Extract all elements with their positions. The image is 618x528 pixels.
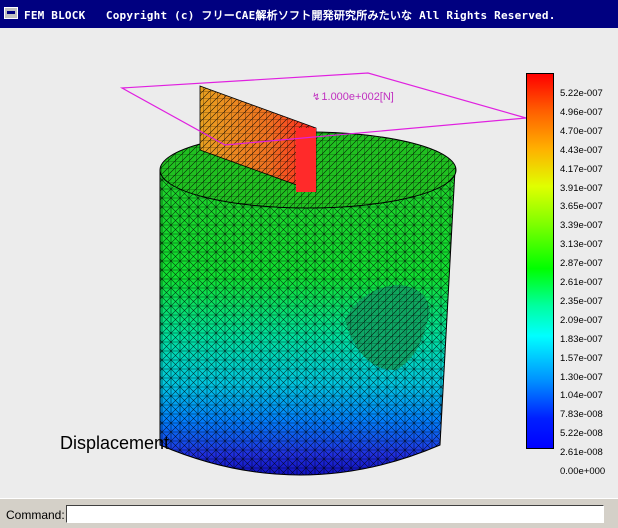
legend-tick-label: 4.43e-007 xyxy=(560,144,603,156)
result-type-label: Displacement xyxy=(60,433,170,453)
legend-tick-label: 3.39e-007 xyxy=(560,220,603,232)
app-window-icon[interactable] xyxy=(4,7,18,19)
legend-tick-label: 2.35e-007 xyxy=(560,295,603,307)
legend-tick-label: 7.83e-008 xyxy=(560,409,603,421)
legend-tick-label: 5.22e-008 xyxy=(560,428,603,440)
legend-tick-label: 0.00e+000 xyxy=(560,466,606,477)
legend-tick-label: 3.65e-007 xyxy=(560,201,603,213)
command-input[interactable] xyxy=(66,505,604,523)
title-bar[interactable]: FEM BLOCK Copyright (c) フリーCAE解析ソフト開発研究所… xyxy=(0,0,618,28)
command-label: Command: xyxy=(6,508,65,522)
force-arrow-icon: ↯ xyxy=(312,92,321,103)
window-title: FEM BLOCK Copyright (c) フリーCAE解析ソフト開発研究所… xyxy=(24,9,556,22)
legend-tick-label: 1.83e-007 xyxy=(560,333,603,345)
legend-tick-label: 4.17e-007 xyxy=(560,163,603,175)
color-legend-bar xyxy=(526,73,554,449)
legend-tick-label: 2.61e-007 xyxy=(560,277,603,288)
legend-tick-label: 2.61e-008 xyxy=(560,447,603,459)
color-legend-scale: 5.22e-007 4.96e-007 4.70e-007 4.43e-007 4.17… xyxy=(560,66,618,477)
legend-tick-label: 4.96e-007 xyxy=(560,106,603,118)
legend-tick-label: 1.30e-007 xyxy=(560,371,603,383)
legend-tick-label: 1.04e-007 xyxy=(560,390,603,402)
legend-tick-label: 2.87e-007 xyxy=(560,258,603,270)
legend-tick-label: 4.70e-007 xyxy=(560,125,603,137)
force-annotation: ↯1.000e+002[N] xyxy=(312,91,394,103)
legend-tick-label: 1.57e-007 xyxy=(560,352,603,364)
legend-tick-label: 3.13e-007 xyxy=(560,239,603,251)
command-bar: Command: xyxy=(0,498,618,528)
legend-tick-label: 2.09e-007 xyxy=(560,314,603,326)
legend-tick-label: 3.91e-007 xyxy=(560,182,603,194)
force-value: 1.000e+002[N] xyxy=(321,91,394,103)
fem-viewport[interactable]: ↯1.000e+002[N] Displacement 5.22e-007 4.9… xyxy=(0,28,618,498)
legend-tick-label: 5.22e-007 xyxy=(560,88,603,99)
